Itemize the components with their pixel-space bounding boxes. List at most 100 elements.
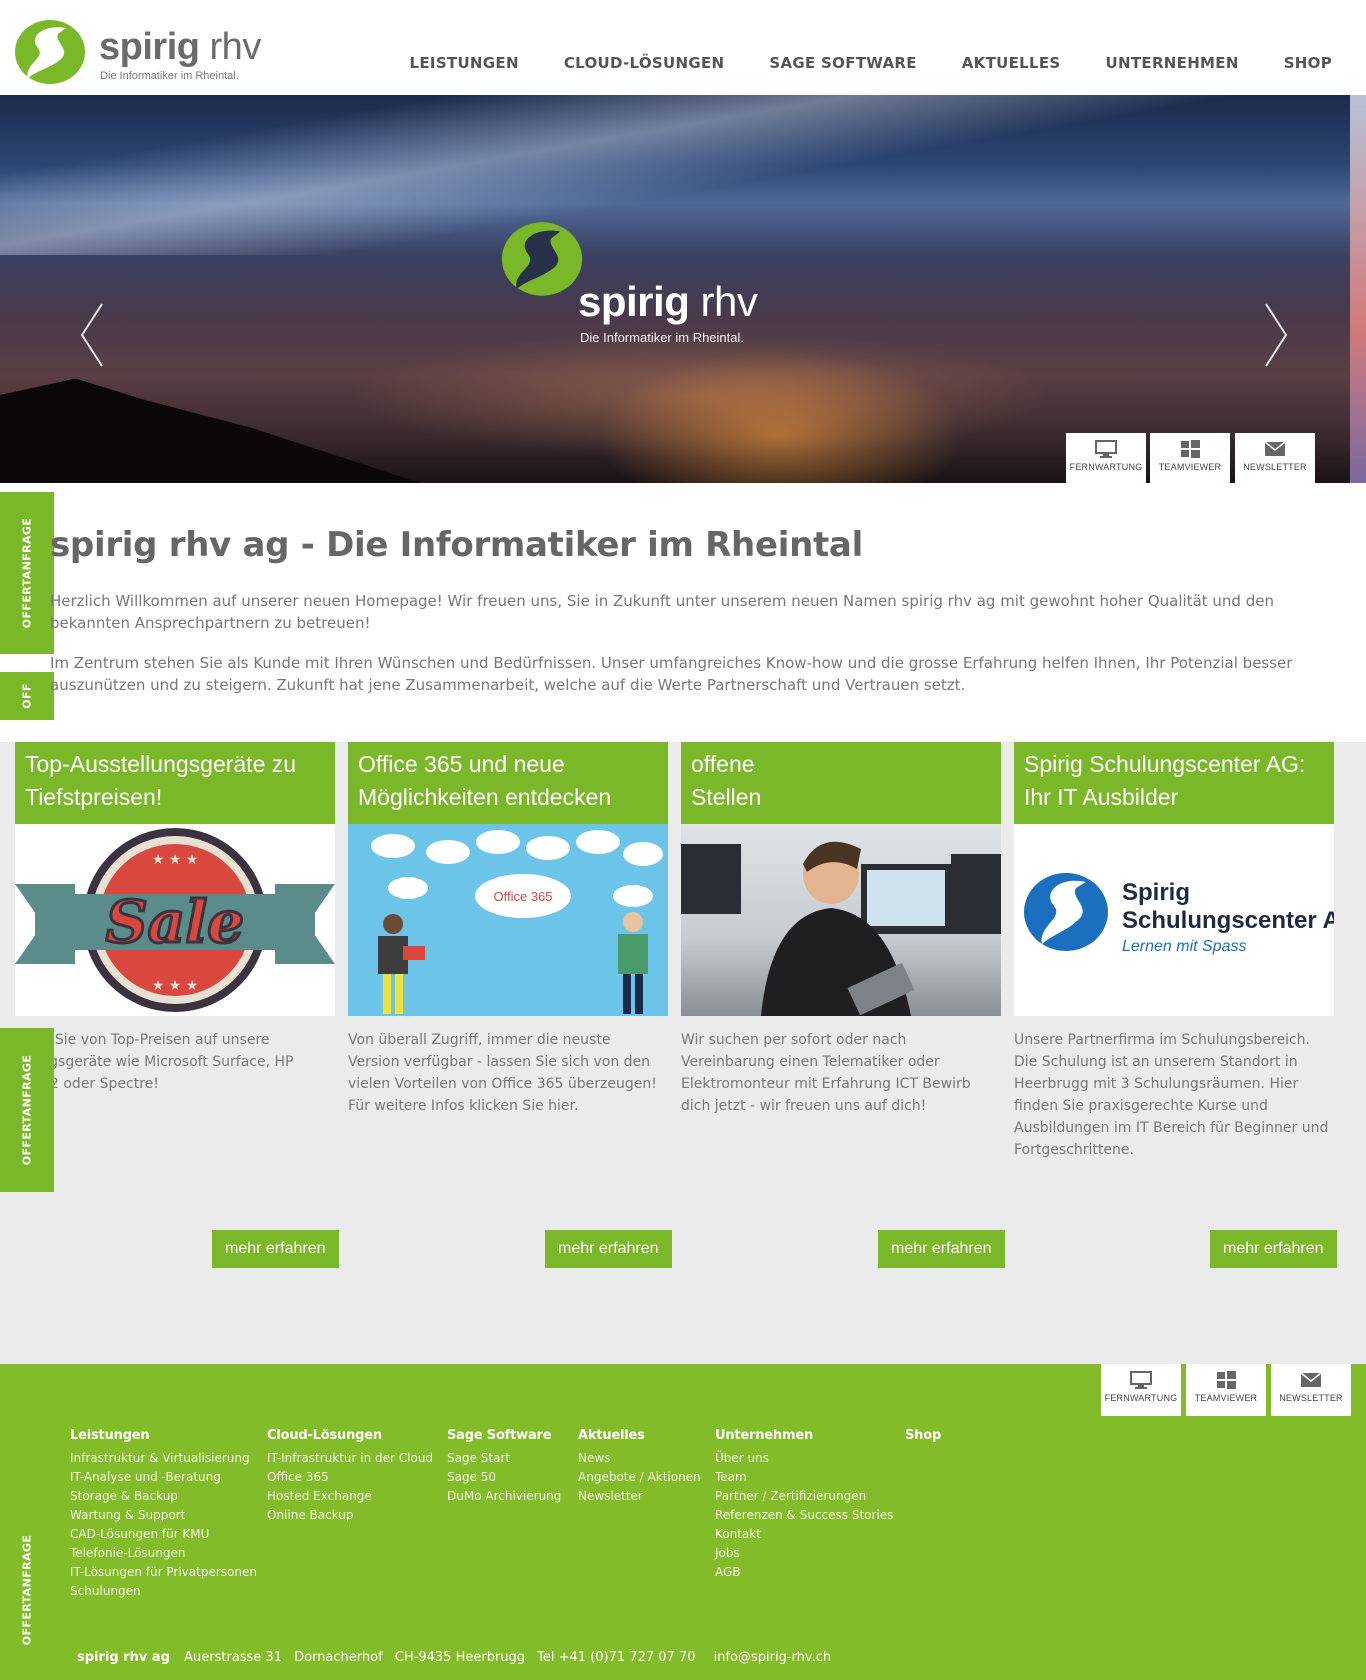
- footer-col-cloud: Cloud-Lösungen IT-Infrastruktur in der C…: [267, 1428, 433, 1525]
- footer-head-leistungen[interactable]: Leistungen: [70, 1428, 257, 1443]
- nav-unternehmen[interactable]: UNTERNEHMEN: [1106, 54, 1239, 72]
- card-text: ieren Sie von Top-Preisen auf unsere ell…: [15, 1032, 294, 1092]
- footer-head-unternehmen[interactable]: Unternehmen: [715, 1428, 893, 1443]
- footer-link[interactable]: Office 365: [267, 1468, 433, 1487]
- sale-badge-icon: Sale ★ ★ ★ ★ ★ ★: [15, 828, 335, 1012]
- svg-text:Spirig: Spirig: [1122, 879, 1190, 906]
- card-title[interactable]: offene Stellen: [681, 742, 1001, 824]
- footer-link[interactable]: DuMo Archivierung: [447, 1487, 561, 1506]
- newsletter-button[interactable]: NEWSLETTER: [1235, 433, 1315, 485]
- card-title[interactable]: Spirig Schulungscenter AG: Ihr IT Ausbil…: [1014, 742, 1334, 824]
- footer-link[interactable]: AGB: [715, 1563, 893, 1582]
- offertanfrage-tab-footer[interactable]: OFFERTANFRAGE: [0, 1520, 54, 1660]
- svg-text:★ ★ ★: ★ ★ ★: [152, 852, 199, 868]
- intro-section: spirig rhv ag - Die Informatiker im Rhei…: [50, 525, 1340, 696]
- teaser-card-office365: Office 365 und neue Möglichkeiten entdec…: [348, 742, 668, 1117]
- footer-link[interactable]: IT-Lösungen für Privatpersonen: [70, 1563, 257, 1582]
- footer-head-cloud[interactable]: Cloud-Lösungen: [267, 1428, 433, 1443]
- footer-head-aktuelles[interactable]: Aktuelles: [578, 1428, 701, 1443]
- footer-link[interactable]: Über uns: [715, 1449, 893, 1468]
- footer-address: spirig rhv ag Auerstrasse 31 Dornacherho…: [77, 1650, 839, 1665]
- footer-col-leistungen: Leistungen Infrastruktur & Virtualisieru…: [70, 1428, 257, 1601]
- card-text: Wir suchen per sofort oder nach Vereinba…: [681, 1032, 971, 1114]
- offertanfrage-tab-partial[interactable]: OFF: [0, 672, 54, 720]
- hero-slider: spirig rhv Die Informatiker im Rheintal.: [0, 95, 1350, 483]
- site-logo[interactable]: spirig rhv Die Informatiker im Rheintal.: [14, 18, 264, 88]
- footer-head-shop[interactable]: Shop: [905, 1428, 941, 1443]
- footer-col-aktuelles: Aktuelles News Angebote / Aktionen Newsl…: [578, 1428, 701, 1506]
- nav-leistungen[interactable]: LEISTUNGEN: [410, 54, 519, 72]
- teamviewer-button[interactable]: TEAMVIEWER: [1150, 433, 1230, 485]
- footer-link[interactable]: News: [578, 1449, 701, 1468]
- card-text: Unsere Partnerfirma im Schulungsbereich.…: [1014, 1032, 1329, 1158]
- footer-teamviewer-button[interactable]: TEAMVIEWER: [1186, 1364, 1266, 1416]
- intro-paragraph-2: Im Zentrum stehen Sie als Kunde mit Ihre…: [50, 654, 1293, 694]
- footer-link[interactable]: Schulungen: [70, 1582, 257, 1601]
- jobs-image[interactable]: [681, 824, 1001, 1016]
- footer-link[interactable]: Telefonie-Lösungen: [70, 1544, 257, 1563]
- svg-text:★ ★ ★: ★ ★ ★: [152, 978, 199, 994]
- mehr-erfahren-button-1[interactable]: mehr erfahren: [212, 1230, 339, 1268]
- nav-cloud-loesungen[interactable]: CLOUD-LÖSUNGEN: [564, 54, 725, 72]
- newsletter-label: NEWSLETTER: [1243, 462, 1307, 472]
- footer-link[interactable]: Storage & Backup: [70, 1487, 257, 1506]
- footer-newsletter-button[interactable]: NEWSLETTER: [1271, 1364, 1351, 1416]
- footer-link[interactable]: Newsletter: [578, 1487, 701, 1506]
- footer-street: Auerstrasse 31: [184, 1650, 282, 1665]
- slider-next-arrow-icon[interactable]: [1260, 300, 1290, 370]
- offertanfrage-tab[interactable]: OFFERTANFRAGE: [0, 492, 54, 654]
- mehr-erfahren-button-2[interactable]: mehr erfahren: [545, 1230, 672, 1268]
- footer-company: spirig rhv ag: [77, 1650, 170, 1665]
- card-title[interactable]: Office 365 und neue Möglichkeiten entdec…: [348, 742, 668, 824]
- footer-fernwartung-button[interactable]: FERNWARTUNG: [1101, 1364, 1181, 1416]
- footer-link[interactable]: Sage Start: [447, 1449, 561, 1468]
- footer-newsletter-label: NEWSLETTER: [1279, 1393, 1343, 1403]
- schulungscenter-image[interactable]: Spirig Schulungscenter AG Lernen mit Spa…: [1014, 824, 1334, 1016]
- footer-col-shop: Shop: [905, 1428, 941, 1449]
- nav-aktuelles[interactable]: AKTUELLES: [962, 54, 1061, 72]
- footer-email[interactable]: info@spirig-rhv.ch: [714, 1650, 831, 1665]
- teaser-card-schulungscenter: Spirig Schulungscenter AG: Ihr IT Ausbil…: [1014, 742, 1334, 1161]
- mehr-erfahren-button-3[interactable]: mehr erfahren: [878, 1230, 1005, 1268]
- footer-link[interactable]: Kontakt: [715, 1525, 893, 1544]
- nav-shop[interactable]: SHOP: [1284, 54, 1332, 72]
- footer-link[interactable]: Partner / Zertifizierungen: [715, 1487, 893, 1506]
- footer-link[interactable]: Wartung & Support: [70, 1506, 257, 1525]
- footer-link[interactable]: Hosted Exchange: [267, 1487, 433, 1506]
- footer-phone[interactable]: Tel +41 (0)71 727 07 70: [537, 1650, 695, 1665]
- hero-hill: [0, 378, 420, 483]
- sale-image[interactable]: Sale ★ ★ ★ ★ ★ ★: [15, 824, 335, 1016]
- teaser-card-jobs: offene Stellen Wir suchen per sofort ode…: [681, 742, 1001, 1117]
- logo-mark-icon: [15, 20, 85, 84]
- offertanfrage-tab-2-label: OFFERTANFRAGE: [20, 1054, 34, 1166]
- nav-sage-software[interactable]: SAGE SOFTWARE: [769, 54, 916, 72]
- schulungscenter-logo-icon: Spirig Schulungscenter AG Lernen mit Spa…: [1024, 873, 1334, 955]
- fernwartung-button[interactable]: FERNWARTUNG: [1066, 433, 1146, 485]
- footer-link[interactable]: Team: [715, 1468, 893, 1487]
- footer-link[interactable]: IT-Analyse und -Beratung: [70, 1468, 257, 1487]
- footer-link[interactable]: Sage 50: [447, 1468, 561, 1487]
- offertanfrage-tab-2[interactable]: OFFERTANFRAGE: [0, 1028, 54, 1192]
- footer-link[interactable]: Jobs: [715, 1544, 893, 1563]
- mehr-erfahren-button-4[interactable]: mehr erfahren: [1210, 1230, 1337, 1268]
- monitor-icon: [1095, 440, 1117, 458]
- footer-link[interactable]: Infrastruktur & Virtualisierung: [70, 1449, 257, 1468]
- footer-link[interactable]: Referenzen & Success Stories: [715, 1506, 893, 1525]
- technician-photo-icon: [681, 841, 1001, 1016]
- hero-logo-mark-icon: [501, 222, 583, 296]
- footer-col-sage: Sage Software Sage Start Sage 50 DuMo Ar…: [447, 1428, 561, 1506]
- footer-link[interactable]: Angebote / Aktionen: [578, 1468, 701, 1487]
- windows-icon: [1181, 440, 1200, 458]
- windows-icon: [1217, 1371, 1236, 1389]
- svg-text:Lernen mit Spass: Lernen mit Spass: [1122, 938, 1247, 955]
- footer-link[interactable]: Online Backup: [267, 1506, 433, 1525]
- footer-link[interactable]: IT-Infrastruktur in der Cloud: [267, 1449, 433, 1468]
- office365-image[interactable]: Office 365: [348, 824, 668, 1016]
- footer-link[interactable]: CAD-Lösungen für KMU: [70, 1525, 257, 1544]
- footer-city: CH-9435 Heerbrugg: [394, 1650, 526, 1665]
- envelope-icon: [1300, 1372, 1322, 1387]
- card-title[interactable]: Top-Ausstellungsgeräte zu Tiefstpreisen!: [15, 742, 335, 824]
- main-nav: LEISTUNGEN CLOUD-LÖSUNGEN SAGE SOFTWARE …: [365, 54, 1332, 72]
- footer-head-sage[interactable]: Sage Software: [447, 1428, 561, 1443]
- slider-prev-arrow-icon[interactable]: [78, 300, 108, 370]
